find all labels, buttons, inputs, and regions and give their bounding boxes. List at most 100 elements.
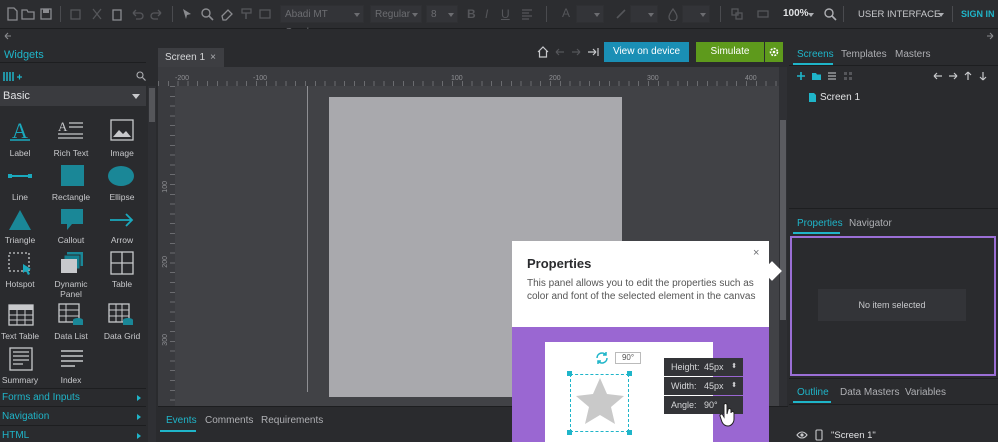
move-left-icon[interactable] bbox=[933, 71, 943, 81]
text-color-button[interactable]: A bbox=[562, 6, 570, 20]
arrange-icon[interactable] bbox=[730, 7, 744, 21]
eraser-icon[interactable] bbox=[220, 7, 234, 21]
horizontal-ruler: -200 -100 100 200 300 400 bbox=[158, 67, 780, 86]
text-color-select[interactable] bbox=[576, 5, 604, 23]
widgets-scrollbar[interactable] bbox=[148, 86, 156, 442]
list-view-icon[interactable] bbox=[827, 71, 837, 81]
zoom-caret[interactable] bbox=[808, 13, 814, 17]
eye-icon[interactable] bbox=[796, 431, 808, 439]
guide-line[interactable] bbox=[307, 86, 308, 392]
tab-navigator[interactable]: Navigator bbox=[849, 218, 892, 229]
add-screen-icon[interactable] bbox=[796, 71, 806, 81]
redo-icon[interactable] bbox=[150, 7, 164, 21]
simulate-button[interactable]: Simulate bbox=[696, 42, 764, 62]
canvas-scroll-thumb[interactable] bbox=[780, 120, 786, 320]
widgets-title[interactable]: Widgets bbox=[4, 49, 44, 61]
tab-masters[interactable]: Masters bbox=[895, 49, 931, 60]
label-widget-icon[interactable]: A bbox=[9, 118, 31, 142]
project-caret[interactable] bbox=[938, 13, 944, 17]
stroke-color-icon[interactable] bbox=[614, 7, 628, 21]
font-size-select[interactable]: 8 bbox=[426, 5, 458, 23]
tab-outline[interactable]: Outline bbox=[797, 387, 829, 398]
widget-library-icon[interactable] bbox=[3, 70, 23, 82]
close-icon[interactable]: × bbox=[753, 247, 759, 259]
format-painter-icon[interactable] bbox=[240, 7, 254, 21]
arrow-left-icon[interactable] bbox=[4, 32, 12, 40]
widget-label: Data Grid bbox=[103, 331, 141, 341]
line-widget-icon[interactable] bbox=[8, 170, 32, 182]
data-grid-widget-icon[interactable] bbox=[108, 303, 134, 327]
rectangle-widget-icon[interactable] bbox=[61, 165, 84, 186]
tab-screen-1[interactable]: Screen 1 × bbox=[158, 48, 224, 67]
text-table-widget-icon[interactable] bbox=[8, 304, 34, 326]
summary-widget-icon[interactable] bbox=[9, 347, 33, 371]
jump-icon[interactable] bbox=[587, 46, 599, 58]
grid-view-icon[interactable] bbox=[843, 71, 853, 81]
search-icon[interactable] bbox=[823, 7, 837, 21]
category-navigation[interactable]: Navigation bbox=[2, 411, 49, 422]
zoom-level[interactable]: 100% bbox=[783, 8, 809, 19]
tab-events[interactable]: Events bbox=[166, 415, 197, 426]
align-icon[interactable] bbox=[520, 7, 534, 21]
home-icon[interactable] bbox=[537, 46, 549, 58]
back-icon[interactable] bbox=[555, 47, 565, 57]
zoom-icon[interactable] bbox=[200, 7, 214, 21]
font-family-select[interactable]: Abadi MT Condens bbox=[280, 5, 364, 38]
index-widget-icon[interactable] bbox=[60, 349, 84, 369]
arrow-widget-icon[interactable] bbox=[109, 213, 134, 227]
pointer-icon[interactable] bbox=[180, 7, 194, 21]
distribute-icon[interactable] bbox=[756, 7, 770, 21]
hotspot-widget-icon[interactable] bbox=[8, 252, 34, 276]
arrow-right-icon[interactable] bbox=[986, 32, 994, 40]
rich-text-widget-icon[interactable]: A bbox=[58, 119, 84, 141]
widget-label: Image bbox=[110, 148, 134, 158]
category-html[interactable]: HTML bbox=[2, 430, 29, 441]
screen-item[interactable]: Screen 1 bbox=[820, 92, 860, 103]
tab-requirements[interactable]: Requirements bbox=[261, 415, 323, 426]
cut-icon[interactable] bbox=[90, 7, 104, 21]
triangle-widget-icon[interactable] bbox=[8, 209, 32, 231]
tab-screens[interactable]: Screens bbox=[797, 49, 834, 60]
ellipse-widget-icon[interactable] bbox=[108, 166, 134, 186]
vertical-ruler: 100 200 300 bbox=[158, 86, 175, 406]
tab-variables[interactable]: Variables bbox=[905, 387, 946, 398]
callout-widget-icon[interactable] bbox=[60, 208, 84, 232]
font-style-select[interactable]: Regular bbox=[370, 5, 422, 23]
stroke-color-select[interactable] bbox=[630, 5, 658, 23]
close-tab-icon[interactable]: × bbox=[210, 48, 216, 67]
underline-button[interactable]: U bbox=[501, 7, 510, 21]
data-list-widget-icon[interactable] bbox=[58, 303, 84, 327]
paste-icon[interactable] bbox=[110, 7, 124, 21]
forward-icon[interactable] bbox=[571, 47, 581, 57]
outline-item[interactable]: "Screen 1" bbox=[831, 430, 876, 441]
category-forms-inputs[interactable]: Forms and Inputs bbox=[2, 392, 80, 403]
project-name[interactable]: USER INTERFACE bbox=[858, 9, 940, 20]
tab-properties[interactable]: Properties bbox=[797, 218, 843, 229]
category-select[interactable]: Basic bbox=[0, 86, 146, 106]
italic-button[interactable]: I bbox=[485, 7, 488, 21]
copy-icon[interactable] bbox=[68, 7, 82, 21]
widget-search-icon[interactable] bbox=[136, 71, 146, 81]
move-down-icon[interactable] bbox=[978, 71, 988, 81]
fill-color-select[interactable] bbox=[682, 5, 710, 23]
tab-templates[interactable]: Templates bbox=[841, 49, 887, 60]
add-folder-icon[interactable] bbox=[811, 71, 822, 81]
undo-icon[interactable] bbox=[130, 7, 144, 21]
view-on-device-button[interactable]: View on device bbox=[604, 42, 689, 62]
fill-color-icon[interactable] bbox=[666, 7, 680, 21]
tab-comments[interactable]: Comments bbox=[205, 415, 253, 426]
image-widget-icon[interactable] bbox=[110, 119, 134, 141]
new-document-icon[interactable] bbox=[5, 7, 19, 21]
move-right-icon[interactable] bbox=[948, 71, 958, 81]
dynamic-panel-widget-icon[interactable] bbox=[60, 251, 84, 275]
tab-data-masters[interactable]: Data Masters bbox=[840, 387, 899, 398]
star-shape bbox=[576, 378, 624, 424]
save-icon[interactable] bbox=[39, 7, 53, 21]
simulate-settings-button[interactable] bbox=[765, 42, 783, 62]
open-folder-icon[interactable] bbox=[21, 7, 35, 21]
move-up-icon[interactable] bbox=[963, 71, 973, 81]
bold-button[interactable]: B bbox=[467, 7, 476, 21]
sign-in-link[interactable]: SIGN IN bbox=[961, 9, 995, 19]
table-widget-icon[interactable] bbox=[110, 251, 134, 275]
image-tool-icon[interactable] bbox=[258, 7, 272, 21]
